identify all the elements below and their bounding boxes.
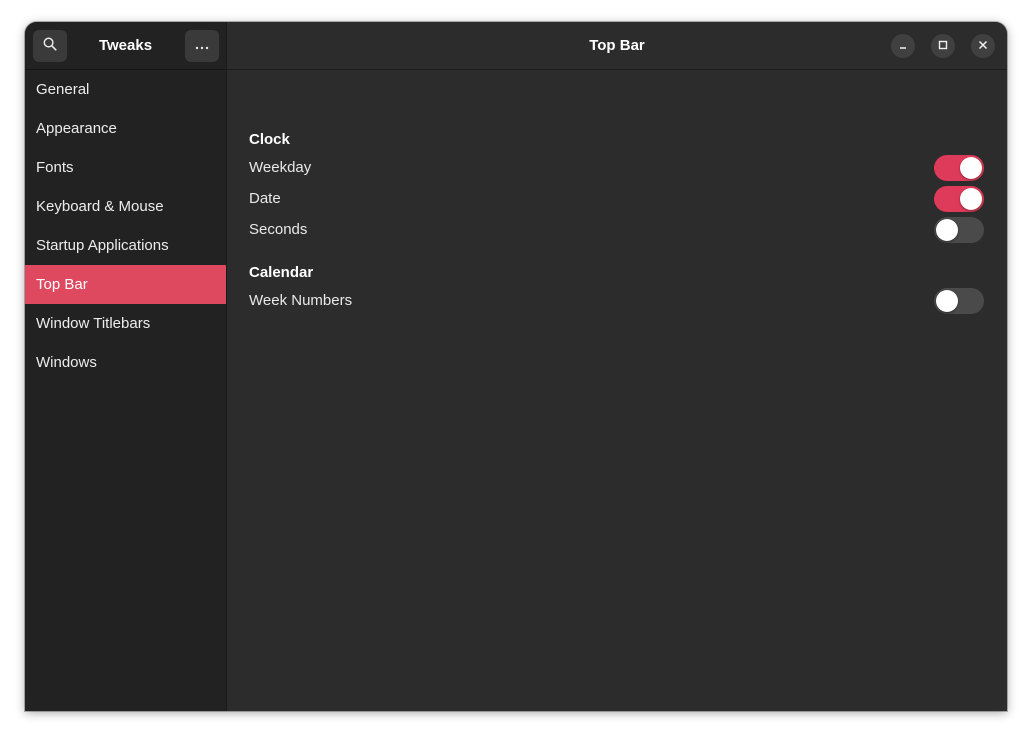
sidebar-item-startup-applications[interactable]: Startup Applications <box>25 226 226 265</box>
sidebar: Tweaks General Appearance Fonts Keyboard… <box>25 22 227 711</box>
toggle-knob <box>936 219 958 241</box>
sidebar-item-label: Fonts <box>36 159 74 176</box>
weekday-toggle[interactable] <box>934 155 984 181</box>
sidebar-item-window-titlebars[interactable]: Window Titlebars <box>25 304 226 343</box>
setting-label-week-numbers: Week Numbers <box>249 292 353 309</box>
sidebar-item-general[interactable]: General <box>25 70 226 109</box>
sidebar-item-label: Window Titlebars <box>36 315 151 332</box>
tweaks-window: Tweaks General Appearance Fonts Keyboard… <box>25 22 1007 711</box>
app-title: Tweaks <box>98 37 153 54</box>
sidebar-item-label: Keyboard & Mouse <box>36 198 164 215</box>
sidebar-nav: General Appearance Fonts Keyboard & Mous… <box>25 70 226 382</box>
sidebar-header: Tweaks <box>25 22 226 70</box>
section-title-clock: Clock <box>249 131 290 148</box>
toggle-knob <box>960 157 982 179</box>
sidebar-item-label: Top Bar <box>36 276 88 293</box>
sidebar-item-label: Windows <box>36 354 97 371</box>
sidebar-item-appearance[interactable]: Appearance <box>25 109 226 148</box>
toggle-knob <box>960 188 982 210</box>
close-button[interactable] <box>971 34 995 58</box>
minimize-button[interactable] <box>891 34 915 58</box>
sidebar-item-windows[interactable]: Windows <box>25 343 226 382</box>
date-toggle[interactable] <box>934 186 984 212</box>
main-header: Top Bar <box>227 22 1007 70</box>
setting-label-weekday: Weekday <box>249 159 312 176</box>
more-horizontal-icon <box>195 37 209 55</box>
page-title: Top Bar <box>589 37 645 54</box>
minimize-icon <box>898 37 908 55</box>
sidebar-item-label: General <box>36 81 90 98</box>
close-icon <box>978 37 988 55</box>
section-title-calendar: Calendar <box>249 264 314 281</box>
main-menu-button[interactable] <box>185 30 219 62</box>
maximize-button[interactable] <box>931 34 955 58</box>
week-numbers-toggle[interactable] <box>934 288 984 314</box>
sidebar-item-label: Appearance <box>36 120 117 137</box>
search-icon <box>43 37 57 56</box>
sidebar-item-top-bar[interactable]: Top Bar <box>25 265 226 304</box>
setting-label-seconds: Seconds <box>249 221 308 238</box>
settings-content: Clock Weekday Date Seconds Calendar Week… <box>227 70 1007 711</box>
setting-label-date: Date <box>249 190 281 207</box>
seconds-toggle[interactable] <box>934 217 984 243</box>
search-button[interactable] <box>33 30 67 62</box>
sidebar-item-label: Startup Applications <box>36 237 169 254</box>
maximize-icon <box>938 37 948 55</box>
sidebar-item-fonts[interactable]: Fonts <box>25 148 226 187</box>
toggle-knob <box>936 290 958 312</box>
sidebar-item-keyboard-mouse[interactable]: Keyboard & Mouse <box>25 187 226 226</box>
